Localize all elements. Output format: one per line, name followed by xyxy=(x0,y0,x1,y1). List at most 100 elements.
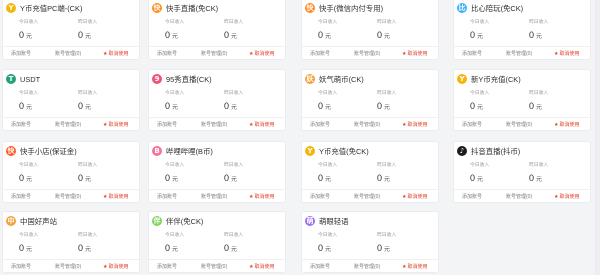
cancel-use-button[interactable]: ★取消使用 xyxy=(402,193,428,200)
yesterday-income-label: 昨日收入 xyxy=(224,91,244,96)
star-icon: ★ xyxy=(554,193,559,200)
y-coin-icon: Y xyxy=(305,146,315,156)
account-manage-link[interactable]: 账号管理(0) xyxy=(55,121,81,128)
add-account-link[interactable]: 添加账号 xyxy=(310,121,330,128)
add-account-link[interactable]: 添加账号 xyxy=(310,50,330,57)
account-manage-link[interactable]: 账号管理(0) xyxy=(201,50,227,57)
card-title: USDT xyxy=(20,74,41,84)
currency-unit: 元 xyxy=(231,247,238,253)
today-income-label: 今日收入 xyxy=(165,91,185,96)
card-title: 95秀直播(CK) xyxy=(166,74,212,84)
star-icon: ★ xyxy=(402,121,407,128)
yesterday-income-value: 0元 xyxy=(224,173,279,183)
today-income: 今日收入 0元 xyxy=(470,161,525,183)
account-manage-link[interactable]: 账号管理(0) xyxy=(201,263,227,270)
account-manage-link[interactable]: 账号管理(0) xyxy=(354,193,380,200)
currency-unit: 元 xyxy=(384,177,391,183)
today-income-label: 今日收入 xyxy=(470,163,490,168)
add-account-link[interactable]: 添加账号 xyxy=(157,121,177,128)
yesterday-income-amount: 0 xyxy=(78,30,84,40)
cancel-use-button[interactable]: ★取消使用 xyxy=(402,121,428,128)
card-footer: 添加账号 账号管理(0) ★取消使用 xyxy=(3,46,139,59)
account-manage-link[interactable]: 账号管理(0) xyxy=(55,193,81,200)
add-account-link[interactable]: 添加账号 xyxy=(157,50,177,57)
cancel-use-label: 取消使用 xyxy=(559,121,580,128)
account-manage-link[interactable]: 账号管理(0) xyxy=(55,263,81,270)
account-manage-link[interactable]: 账号管理(0) xyxy=(201,121,227,128)
channel-card: Y 新Y币充值(CK) 今日收入 0元 昨日收入 0元 添加账号 账号管理(0)… xyxy=(453,69,591,131)
account-manage-link[interactable]: 账号管理(0) xyxy=(354,263,380,270)
cancel-use-button[interactable]: ★取消使用 xyxy=(249,263,275,270)
cancel-use-button[interactable]: ★取消使用 xyxy=(103,121,129,128)
card-title: 伴伴(免CK) xyxy=(166,216,204,226)
yesterday-income: 昨日收入 0元 xyxy=(529,18,584,40)
card-header: 萌 萌眼轻语 xyxy=(302,212,438,230)
account-manage-link[interactable]: 账号管理(0) xyxy=(506,121,532,128)
card-footer: 添加账号 账号管理(0) ★取消使用 xyxy=(149,259,285,272)
card-header: B 哔哩哔哩(B币) xyxy=(149,142,285,160)
bilibili-icon: B xyxy=(152,146,162,156)
card-footer: 添加账号 账号管理(0) ★取消使用 xyxy=(302,46,438,59)
scrollbar[interactable] xyxy=(595,0,600,275)
cancel-use-label: 取消使用 xyxy=(254,263,275,270)
add-account-link[interactable]: 添加账号 xyxy=(157,263,177,270)
yesterday-income-amount: 0 xyxy=(377,243,383,253)
yesterday-income: 昨日收入 0元 xyxy=(224,18,279,40)
cancel-use-button[interactable]: ★取消使用 xyxy=(554,121,580,128)
today-income: 今日收入 0元 xyxy=(165,18,220,40)
add-account-link[interactable]: 添加账号 xyxy=(462,193,482,200)
yesterday-income-label: 昨日收入 xyxy=(224,20,244,25)
usdt-icon: T xyxy=(6,74,16,84)
yesterday-income-amount: 0 xyxy=(78,101,84,111)
account-manage-link[interactable]: 账号管理(0) xyxy=(354,121,380,128)
today-income: 今日收入 0元 xyxy=(318,18,373,40)
today-income-label: 今日收入 xyxy=(318,91,338,96)
cancel-use-button[interactable]: ★取消使用 xyxy=(249,121,275,128)
yesterday-income: 昨日收入 0元 xyxy=(529,161,584,183)
card-footer: 添加账号 账号管理(0) ★取消使用 xyxy=(149,189,285,202)
cancel-use-label: 取消使用 xyxy=(108,193,129,200)
cancel-use-button[interactable]: ★取消使用 xyxy=(103,263,129,270)
cancel-use-button[interactable]: ★取消使用 xyxy=(402,263,428,270)
channel-card: 快 快手直播(免CK) 今日收入 0元 昨日收入 0元 添加账号 账号管理(0)… xyxy=(148,0,286,60)
currency-unit: 元 xyxy=(85,247,92,253)
currency-unit: 元 xyxy=(85,34,92,40)
cancel-use-button[interactable]: ★取消使用 xyxy=(554,193,580,200)
today-income-value: 0元 xyxy=(318,30,373,40)
yesterday-income-amount: 0 xyxy=(377,173,383,183)
add-account-link[interactable]: 添加账号 xyxy=(11,263,31,270)
cancel-use-button[interactable]: ★取消使用 xyxy=(249,50,275,57)
star-icon: ★ xyxy=(554,121,559,128)
cancel-use-button[interactable]: ★取消使用 xyxy=(103,50,129,57)
cancel-use-button[interactable]: ★取消使用 xyxy=(402,50,428,57)
account-manage-link[interactable]: 账号管理(0) xyxy=(506,50,532,57)
account-manage-link[interactable]: 账号管理(0) xyxy=(201,193,227,200)
cancel-use-label: 取消使用 xyxy=(254,50,275,57)
today-income-amount: 0 xyxy=(165,173,171,183)
cancel-use-button[interactable]: ★取消使用 xyxy=(554,50,580,57)
cancel-use-button[interactable]: ★取消使用 xyxy=(249,193,275,200)
haoshengyin-icon: 中 xyxy=(6,216,16,226)
add-account-link[interactable]: 添加账号 xyxy=(310,263,330,270)
add-account-link[interactable]: 添加账号 xyxy=(11,121,31,128)
today-income-amount: 0 xyxy=(470,173,476,183)
cancel-use-label: 取消使用 xyxy=(559,50,580,57)
account-manage-link[interactable]: 账号管理(0) xyxy=(354,50,380,57)
star-icon: ★ xyxy=(103,263,108,270)
currency-unit: 元 xyxy=(231,34,238,40)
channel-card: T USDT 今日收入 0元 昨日收入 0元 添加账号 账号管理(0) ★取消使… xyxy=(2,69,140,131)
add-account-link[interactable]: 添加账号 xyxy=(11,193,31,200)
star-icon: ★ xyxy=(249,50,254,57)
account-manage-link[interactable]: 账号管理(0) xyxy=(506,193,532,200)
add-account-link[interactable]: 添加账号 xyxy=(11,50,31,57)
add-account-link[interactable]: 添加账号 xyxy=(310,193,330,200)
star-icon: ★ xyxy=(103,121,108,128)
add-account-link[interactable]: 添加账号 xyxy=(462,121,482,128)
today-income-label: 今日收入 xyxy=(165,163,185,168)
add-account-link[interactable]: 添加账号 xyxy=(462,50,482,57)
account-manage-link[interactable]: 账号管理(0) xyxy=(55,50,81,57)
cancel-use-label: 取消使用 xyxy=(407,193,428,200)
currency-unit: 元 xyxy=(26,247,33,253)
cancel-use-button[interactable]: ★取消使用 xyxy=(103,193,129,200)
add-account-link[interactable]: 添加账号 xyxy=(157,193,177,200)
